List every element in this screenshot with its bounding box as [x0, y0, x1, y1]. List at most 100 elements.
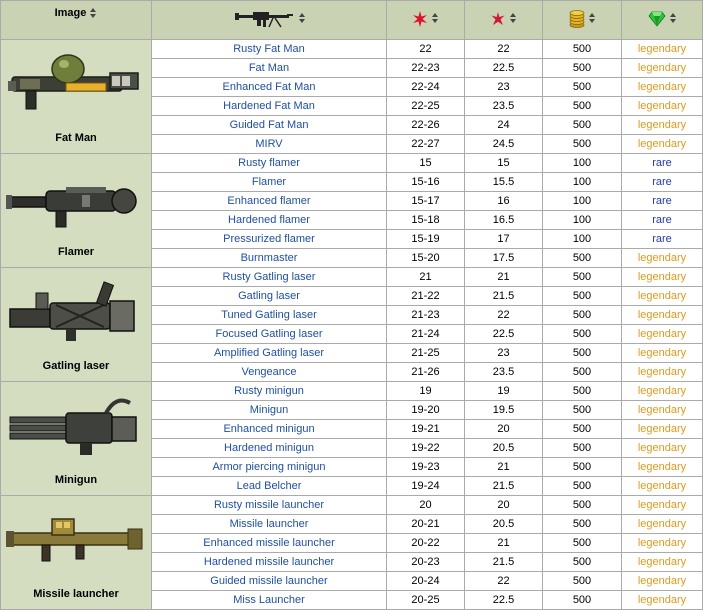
- weapon-name-link[interactable]: Guided missile launcher: [151, 571, 387, 591]
- header-dmg-min[interactable]: [386, 0, 465, 40]
- weapon-name-link[interactable]: Enhanced Fat Man: [151, 77, 387, 97]
- cost-cell: 500: [542, 115, 622, 135]
- rarity-cell: legendary: [621, 324, 703, 344]
- cost-cell: 500: [542, 571, 622, 591]
- weapon-name-link[interactable]: Amplified Gatling laser: [151, 343, 387, 363]
- weapon-name-link[interactable]: Hardened missile launcher: [151, 552, 387, 572]
- rarity-cell: legendary: [621, 552, 703, 572]
- rarity-cell: legendary: [621, 39, 703, 59]
- weapon-name-link[interactable]: Focused Gatling laser: [151, 324, 387, 344]
- weapon-name-link[interactable]: Hardened Fat Man: [151, 96, 387, 116]
- damage-range-cell: 20-25: [386, 590, 465, 610]
- sort-icon: [669, 13, 677, 24]
- header-dmg-max[interactable]: [464, 0, 543, 40]
- weapon-name-link[interactable]: Enhanced missile launcher: [151, 533, 387, 553]
- rarity-cell: rare: [621, 172, 703, 192]
- damage-range-cell: 20-21: [386, 514, 465, 534]
- damage-range-cell: 21: [386, 267, 465, 287]
- damage-average-cell: 23.5: [464, 96, 543, 116]
- rarity-cell: legendary: [621, 457, 703, 477]
- weapon-name-link[interactable]: MIRV: [151, 134, 387, 154]
- weapon-name-link[interactable]: Flamer: [151, 172, 387, 192]
- weapon-group-cell: Missile launcher: [0, 495, 152, 610]
- damage-average-cell: 22.5: [464, 324, 543, 344]
- sort-icon: [90, 7, 97, 19]
- cost-cell: 500: [542, 286, 622, 306]
- damage-average-cell: 17.5: [464, 248, 543, 268]
- table-row: Fat Man Rusty Fat Man 22 22 500 legendary: [0, 39, 703, 154]
- cost-cell: 500: [542, 457, 622, 477]
- cost-cell: 500: [542, 58, 622, 78]
- weapon-name-link[interactable]: Rusty Fat Man: [151, 39, 387, 59]
- damage-average-cell: 19.5: [464, 400, 543, 420]
- damage-average-cell: 22: [464, 305, 543, 325]
- damage-range-cell: 22-24: [386, 77, 465, 97]
- weapon-name-link[interactable]: Hardened minigun: [151, 438, 387, 458]
- weapon-name-link[interactable]: Armor piercing minigun: [151, 457, 387, 477]
- damage-average-cell: 21.5: [464, 552, 543, 572]
- green-gem-icon: [647, 11, 666, 27]
- rarity-cell: rare: [621, 229, 703, 249]
- cost-cell: 100: [542, 153, 622, 173]
- header-cost[interactable]: [542, 0, 622, 40]
- damage-range-cell: 15-17: [386, 191, 465, 211]
- cost-cell: 500: [542, 590, 622, 610]
- gatling-laser-icon: [1, 279, 151, 351]
- table-row: Gatling laser Rusty Gatling laser 21 21 500 l…: [0, 267, 703, 382]
- damage-average-cell: 23: [464, 77, 543, 97]
- damage-average-cell: 19: [464, 381, 543, 401]
- header-image-label: Image: [54, 7, 87, 19]
- damage-average-cell: 23.5: [464, 362, 543, 382]
- weapon-name-link[interactable]: Enhanced flamer: [151, 191, 387, 211]
- damage-average-cell: 21: [464, 533, 543, 553]
- weapon-name-link[interactable]: Rusty minigun: [151, 381, 387, 401]
- header-image[interactable]: Image: [0, 0, 152, 40]
- weapon-name-link[interactable]: Burnmaster: [151, 248, 387, 268]
- weapon-name-link[interactable]: Enhanced minigun: [151, 419, 387, 439]
- weapon-name-link[interactable]: Rusty Gatling laser: [151, 267, 387, 287]
- weapon-name-link[interactable]: Missile launcher: [151, 514, 387, 534]
- sort-icon: [588, 13, 596, 24]
- damage-average-cell: 21.5: [464, 286, 543, 306]
- damage-range-cell: 15-18: [386, 210, 465, 230]
- cost-cell: 500: [542, 552, 622, 572]
- weapon-name-link[interactable]: Rusty missile launcher: [151, 495, 387, 515]
- rarity-cell: legendary: [621, 590, 703, 610]
- damage-average-cell: 20: [464, 495, 543, 515]
- weapon-name-link[interactable]: Guided Fat Man: [151, 115, 387, 135]
- weapons-table: Image Fat Man Rusty Fat Man 22 22 500 le…: [0, 0, 703, 610]
- weapon-name-link[interactable]: Minigun: [151, 400, 387, 420]
- weapon-name-link[interactable]: Gatling laser: [151, 286, 387, 306]
- weapon-group-label: Fat Man: [55, 132, 97, 144]
- weapon-group-cell: Gatling laser: [0, 267, 152, 382]
- cost-cell: 500: [542, 248, 622, 268]
- rarity-cell: legendary: [621, 305, 703, 325]
- rarity-cell: rare: [621, 191, 703, 211]
- rarity-cell: legendary: [621, 286, 703, 306]
- weapon-group-label: Minigun: [54, 474, 98, 486]
- weapon-name-link[interactable]: Hardened flamer: [151, 210, 387, 230]
- cost-cell: 500: [542, 267, 622, 287]
- weapon-name-link[interactable]: Pressurized flamer: [151, 229, 387, 249]
- flamer-icon: [1, 175, 151, 237]
- damage-average-cell: 22.5: [464, 58, 543, 78]
- weapon-name-link[interactable]: Tuned Gatling laser: [151, 305, 387, 325]
- header-weapon[interactable]: [151, 0, 387, 40]
- red-star-burst-icon: [413, 10, 427, 27]
- rarity-cell: legendary: [621, 267, 703, 287]
- weapon-name-link[interactable]: Vengeance: [151, 362, 387, 382]
- rarity-cell: legendary: [621, 115, 703, 135]
- damage-range-cell: 19-21: [386, 419, 465, 439]
- damage-range-cell: 19-23: [386, 457, 465, 477]
- cost-cell: 500: [542, 39, 622, 59]
- damage-range-cell: 20-23: [386, 552, 465, 572]
- weapon-name-link[interactable]: Miss Launcher: [151, 590, 387, 610]
- weapon-name-link[interactable]: Fat Man: [151, 58, 387, 78]
- damage-range-cell: 19-22: [386, 438, 465, 458]
- header-rarity[interactable]: [621, 0, 703, 40]
- weapon-name-link[interactable]: Rusty flamer: [151, 153, 387, 173]
- cost-cell: 500: [542, 381, 622, 401]
- damage-average-cell: 17: [464, 229, 543, 249]
- weapon-name-link[interactable]: Lead Belcher: [151, 476, 387, 496]
- damage-average-cell: 20.5: [464, 514, 543, 534]
